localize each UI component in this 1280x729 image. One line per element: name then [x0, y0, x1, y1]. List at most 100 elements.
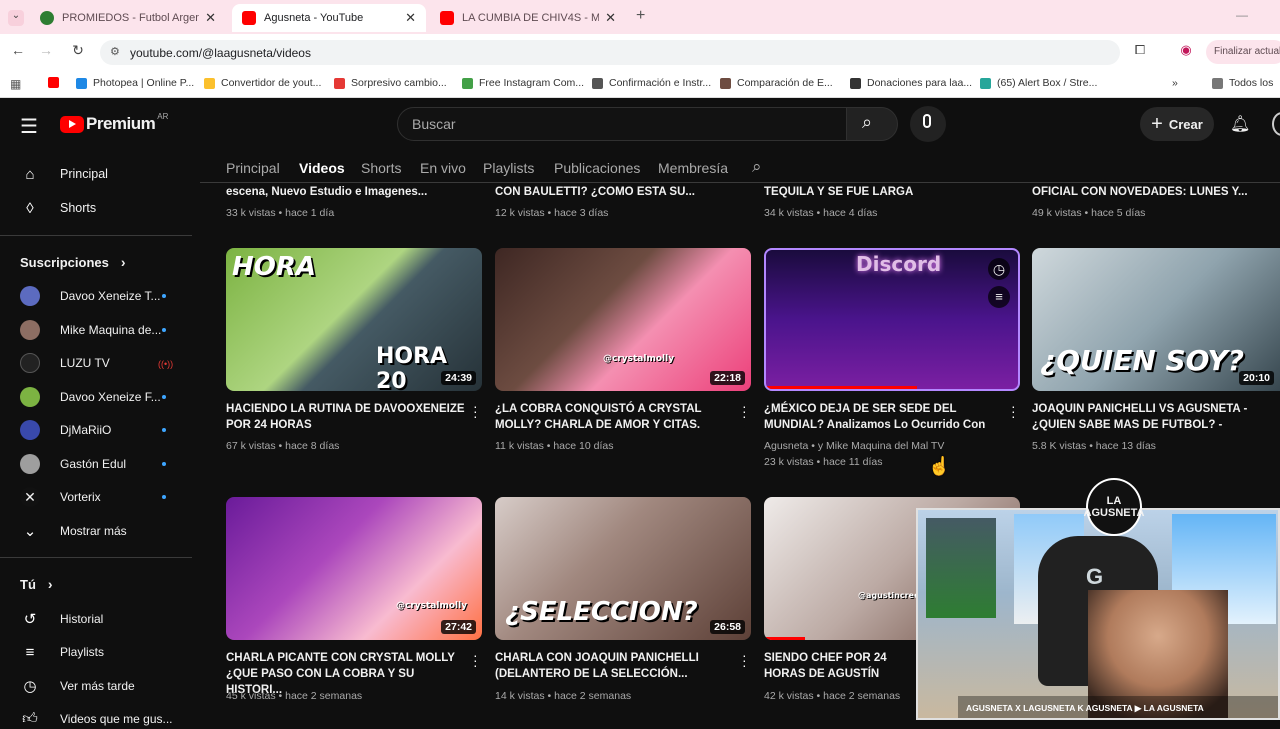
subscriptions-header[interactable]: Suscripciones › — [20, 254, 126, 270]
video-thumbnail[interactable]: @crystalmolly 27:42 — [226, 497, 482, 640]
address-bar[interactable]: ⚙ youtube.com/@laagusneta/videos — [100, 40, 1120, 65]
video-title[interactable]: JOAQUIN PANICHELLI VS AGUSNETA - ¿QUIEN … — [1032, 401, 1280, 433]
video-title[interactable]: ¿MÉXICO DEJA DE SER SEDE DEL MUNDIAL? An… — [764, 401, 1004, 433]
you-header[interactable]: Tú › — [20, 576, 53, 592]
close-tab-icon[interactable]: ✕ — [405, 10, 416, 26]
history-icon: ↺ — [23, 611, 37, 628]
tab-principal[interactable]: Principal — [226, 160, 280, 176]
bookmark-item[interactable]: Sorpresivo cambio... — [334, 77, 447, 89]
back-icon[interactable]: ← — [8, 42, 28, 58]
sidebar-item-subscription[interactable]: Gastón Edul — [20, 454, 126, 474]
more-options-icon[interactable]: · · · — [473, 648, 478, 672]
reload-icon[interactable]: ↻ — [68, 42, 88, 59]
tab-playlists[interactable]: Playlists — [483, 160, 534, 176]
search-button[interactable]: ⌕ — [846, 107, 898, 141]
finish-session-button[interactable]: Finalizar actual — [1206, 40, 1280, 64]
sidebar-item-subscription[interactable]: Davoo Xeneize F... — [20, 387, 161, 407]
menu-icon[interactable]: ☰ — [20, 114, 38, 139]
voice-search-button[interactable] — [910, 106, 946, 142]
profile-icon[interactable]: ◉ — [1176, 42, 1196, 58]
video-title[interactable]: TEQUILA Y SE FUE LARGA — [764, 184, 1004, 200]
channel-avatar — [20, 420, 40, 440]
sidebar-item-subscription[interactable]: Davoo Xeneize T... — [20, 286, 161, 306]
wall-poster — [926, 518, 996, 618]
browser-tab-promiedos[interactable]: PROMIEDOS - Futbol Argentino ✕ — [30, 4, 226, 32]
apps-icon[interactable]: ▦ — [10, 77, 21, 91]
sidebar-item-subscription[interactable]: ✕ Vorterix — [20, 487, 101, 507]
youtube-favicon-icon — [440, 11, 454, 25]
add-to-queue-icon[interactable]: ≡ — [988, 286, 1010, 308]
video-title[interactable]: HACIENDO LA RUTINA DE DAVOOXENEIZE POR 2… — [226, 401, 466, 433]
bookmarks-bar: ▦ Photopea | Online P... Convertidor de … — [0, 70, 1280, 98]
tab-en-vivo[interactable]: En vivo — [420, 160, 466, 176]
show-more-button[interactable]: ⌄ Mostrar más — [20, 521, 127, 541]
social-handles-bar: AGUSNETA X LAGUSNETA K AGUSNETA ▶ LA AGU… — [958, 696, 1278, 718]
video-title[interactable]: CHARLA CON JOAQUIN PANICHELLI (DELANTERO… — [495, 650, 735, 682]
bookmark-item[interactable]: Confirmación e Instr... — [592, 77, 711, 89]
tab-shorts[interactable]: Shorts — [361, 160, 401, 176]
sidebar-item-principal[interactable]: ⌂ Principal — [20, 164, 107, 184]
sidebar-item-subscription[interactable]: LUZU TV — [20, 353, 110, 373]
tab-publicaciones[interactable]: Publicaciones — [554, 160, 640, 176]
playlists-icon: ≡ — [25, 643, 35, 661]
youtube-favicon-icon — [242, 11, 256, 25]
bookmark-favicon-icon — [850, 77, 861, 89]
bookmark-item[interactable]: (65) Alert Box / Stre... — [980, 77, 1097, 89]
video-title[interactable]: CON BAULETTI? ¿COMO ESTA SU... — [495, 184, 735, 200]
tab-membresia[interactable]: Membresía — [658, 160, 728, 176]
bookmark-item[interactable]: Photopea | Online P... — [76, 77, 194, 89]
video-title[interactable]: OFICIAL CON NOVEDADES: LUNES Y... — [1032, 184, 1272, 200]
channel-search-icon[interactable]: ⌕ — [752, 157, 762, 177]
more-options-icon[interactable]: · · · — [742, 399, 747, 423]
chevron-right-icon: › — [47, 576, 53, 592]
video-title[interactable]: ¿LA COBRA CONQUISTÓ A CRYSTAL MOLLY? CHA… — [495, 401, 735, 433]
youtube-bookmark-icon[interactable] — [48, 77, 59, 88]
video-thumbnail[interactable]: HORA HORA 20 24:39 — [226, 248, 482, 391]
search-input[interactable]: Buscar — [397, 107, 847, 141]
bookmark-item[interactable]: Donaciones para laa... — [850, 77, 972, 89]
more-options-icon[interactable]: · · · — [742, 648, 747, 672]
channel-avatar: ✕ — [20, 487, 40, 507]
close-tab-icon[interactable]: ✕ — [605, 10, 616, 26]
video-meta: 49 k vistas • hace 5 días — [1032, 207, 1146, 219]
url-text: youtube.com/@laagusneta/videos — [130, 45, 311, 60]
forward-icon[interactable]: → — [36, 42, 56, 58]
sidebar-item-history[interactable]: ↺ Historial — [20, 609, 104, 629]
video-thumbnail[interactable]: ¿QUIEN SOY? 20:10 — [1032, 248, 1280, 391]
video-title[interactable]: escena, Nuevo Estudio e Imagenes... — [226, 184, 466, 200]
sidebar-item-subscription[interactable]: DjMaRiiO — [20, 420, 111, 440]
video-thumbnail[interactable]: @crystalmolly 22:18 — [495, 248, 751, 391]
new-tab-icon[interactable]: + — [636, 7, 645, 25]
more-options-icon[interactable]: · · · — [1011, 399, 1016, 423]
sidebar-item-shorts[interactable]: ◊ Shorts — [20, 198, 96, 218]
browser-tab-cumbia[interactable]: LA CUMBIA DE CHIV4S - MIKE ✕ — [430, 4, 626, 32]
youtube-logo[interactable]: Premium AR — [60, 112, 168, 134]
tab-search-icon[interactable]: ⌄ — [8, 10, 24, 26]
tab-videos[interactable]: Videos — [299, 160, 345, 176]
bookmark-item[interactable]: Todos los — [1212, 77, 1273, 89]
notifications-icon[interactable]: 🔔︎ — [1230, 114, 1250, 134]
sidebar-item-playlists[interactable]: ≡ Playlists — [20, 642, 104, 662]
bookmark-item[interactable]: Free Instagram Com... — [462, 77, 584, 89]
bookmark-item[interactable]: Convertidor de yout... — [204, 77, 321, 89]
sidebar-item-watch-later[interactable]: ◷ Ver más tarde — [20, 676, 134, 696]
bookmark-item[interactable]: Comparación de E... — [720, 77, 833, 89]
chevron-down-icon: ⌄ — [23, 523, 37, 540]
extensions-icon[interactable]: ⧠ — [1130, 42, 1150, 58]
watch-later-icon[interactable]: ◷ — [988, 258, 1010, 280]
sidebar-item-subscription[interactable]: Mike Maquina de... — [20, 320, 161, 340]
new-content-dot — [162, 462, 166, 466]
sidebar-item-liked[interactable]: 👍︎ Videos que me gus... — [20, 709, 172, 729]
close-tab-icon[interactable]: ✕ — [205, 10, 216, 26]
video-title[interactable]: SIENDO CHEF POR 24 HORAS DE AGUSTÍN CREE… — [764, 650, 914, 682]
create-button[interactable]: + Crear — [1140, 107, 1214, 141]
bookmark-favicon-icon — [462, 77, 473, 89]
minimize-icon[interactable]: — — [1236, 8, 1248, 22]
more-bookmarks-icon[interactable]: » — [1172, 77, 1178, 89]
video-thumbnail[interactable]: ¿SELECCION? 26:58 — [495, 497, 751, 640]
browser-tab-youtube[interactable]: Agusneta - YouTube ✕ — [232, 4, 426, 32]
site-info-icon[interactable]: ⚙ — [110, 45, 120, 58]
video-thumbnail[interactable]: Discord ◷ ≡ — [764, 248, 1020, 391]
duration-badge: 24:39 — [441, 371, 476, 385]
more-options-icon[interactable]: · · · — [473, 399, 478, 423]
